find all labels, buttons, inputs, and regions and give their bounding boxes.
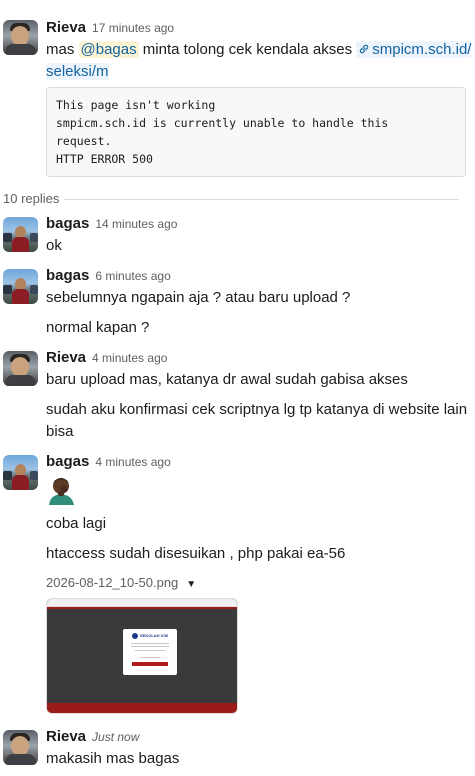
avatar[interactable] — [3, 455, 38, 490]
message-text: normal kapan ? — [46, 319, 150, 336]
author-name[interactable]: Rieva — [46, 728, 86, 745]
message-text: mas @bagas minta tolong cek kendala akse… — [46, 41, 472, 58]
link-icon — [360, 44, 369, 54]
author-name[interactable]: Rieva — [46, 19, 86, 36]
author-name[interactable]: bagas — [46, 453, 89, 470]
image-attachment-thumbnail[interactable]: SEKOLAH ICM — [46, 598, 238, 714]
timestamp[interactable]: 14 minutes ago — [95, 217, 177, 231]
code-line: request. — [56, 134, 112, 148]
caret-down-icon[interactable]: ▼ — [186, 579, 196, 590]
message-text: sudah aku konfirmasi cek scriptnya lg tp… — [46, 401, 468, 418]
code-line: HTTP ERROR 500 — [56, 152, 153, 166]
avatar[interactable] — [3, 351, 38, 386]
message-text: ok — [46, 237, 62, 254]
timestamp[interactable]: 4 minutes ago — [92, 351, 167, 365]
author-name[interactable]: Rieva — [46, 349, 86, 366]
message-text: coba lagi — [46, 515, 107, 532]
message-text: sebelumnya ngapain aja ? atau baru uploa… — [46, 289, 351, 306]
avatar[interactable] — [3, 269, 38, 304]
avatar[interactable] — [3, 730, 38, 765]
author-name[interactable]: bagas — [46, 215, 89, 232]
replies-count: 10 replies — [3, 191, 66, 206]
replies-divider: 10 replies — [0, 190, 475, 208]
avatar[interactable] — [3, 217, 38, 252]
code-block: This page isn't working smpicm.sch.id is… — [46, 87, 466, 177]
url-link[interactable]: smpicm.sch.id/ — [356, 41, 472, 58]
timestamp[interactable]: 6 minutes ago — [95, 269, 170, 283]
message-text: htaccess sudah disesuikan , php pakai ea… — [46, 545, 346, 562]
message-text: makasih mas bagas — [46, 750, 180, 767]
message-text: baru upload mas, katanya dr awal sudah g… — [46, 371, 408, 388]
timestamp[interactable]: 4 minutes ago — [95, 455, 170, 469]
code-line: This page isn't working — [56, 98, 216, 112]
author-name[interactable]: bagas — [46, 267, 89, 284]
attachment-filename[interactable]: 2026-08-12_10-50.png ▼ — [46, 575, 196, 590]
message-text: bisa — [46, 423, 74, 440]
timestamp[interactable]: 17 minutes ago — [92, 21, 174, 35]
code-line: smpicm.sch.id is currently unable to han… — [56, 116, 389, 130]
mention[interactable]: @bagas — [78, 41, 139, 58]
thumbnail-logo-text: SEKOLAH ICM — [140, 633, 168, 638]
timestamp[interactable]: Just now — [92, 730, 139, 744]
avatar[interactable] — [3, 20, 38, 55]
person-facepalming-emoji — [49, 478, 74, 505]
url-link-cont[interactable]: seleksi/m — [46, 63, 109, 80]
